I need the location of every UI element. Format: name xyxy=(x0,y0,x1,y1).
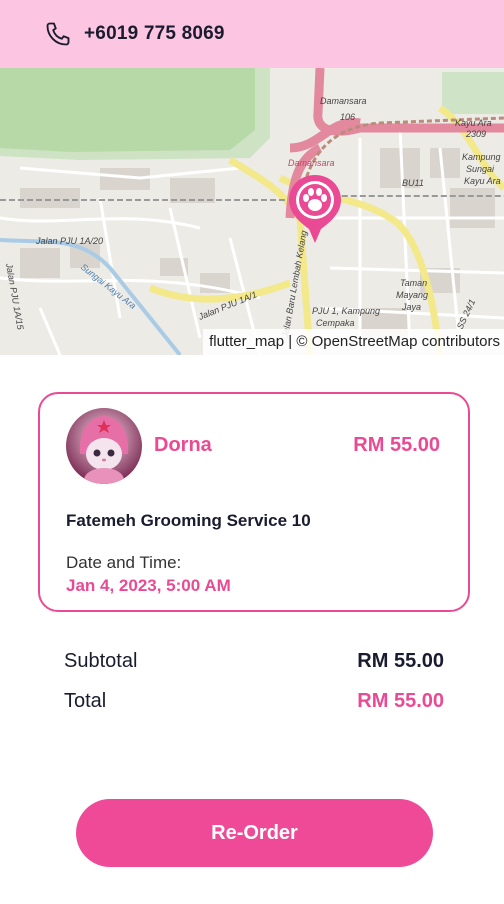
datetime-value: Jan 4, 2023, 5:00 AM xyxy=(66,576,231,595)
location-map[interactable]: Damansara 106 Kayu Ara 2309 Damansara BU… xyxy=(0,68,504,355)
map-label: Kayu Ara xyxy=(464,176,501,186)
map-label: Damansara xyxy=(288,158,335,168)
paw-icon[interactable] xyxy=(287,173,343,245)
order-card[interactable]: Dorna RM 55.00 Fatemeh Grooming Service … xyxy=(38,392,470,612)
total-value: RM 55.00 xyxy=(357,690,444,712)
datetime-label: Date and Time: xyxy=(66,553,182,572)
map-label: PJU 1, Kampung xyxy=(312,306,380,316)
phone-number[interactable]: +6019 775 8069 xyxy=(84,23,225,45)
map-label: Mayang xyxy=(396,290,428,300)
total-label: Total xyxy=(64,690,107,712)
map-label: Jaya xyxy=(401,302,421,312)
phone-icon[interactable] xyxy=(44,20,72,48)
service-name: Fatemeh Grooming Service 10 xyxy=(66,511,311,530)
order-price: RM 55.00 xyxy=(353,434,440,456)
map-label: Jalan PJU 1A/20 xyxy=(35,236,103,246)
map-label: 106 xyxy=(340,112,355,122)
total-row: Total RM 55.00 xyxy=(64,690,444,713)
map-attribution[interactable]: flutter_map | © OpenStreetMap contributo… xyxy=(203,329,504,355)
map-label: Damansara xyxy=(320,96,367,106)
map-label: Taman xyxy=(400,278,427,288)
map-label: Sungai xyxy=(466,164,495,174)
subtotal-row: Subtotal RM 55.00 xyxy=(64,650,444,673)
subtotal-value: RM 55.00 xyxy=(357,650,444,672)
map-label: Kayu Ara xyxy=(455,118,492,128)
avatar xyxy=(66,408,142,484)
pet-name: Dorna xyxy=(154,434,212,456)
map-label: Kampung xyxy=(462,152,501,162)
subtotal-label: Subtotal xyxy=(64,650,138,672)
map-label: Cempaka xyxy=(316,318,355,328)
map-label: 2309 xyxy=(465,129,486,139)
contact-header: +6019 775 8069 xyxy=(0,0,504,68)
map-tiles: Damansara 106 Kayu Ara 2309 Damansara BU… xyxy=(0,68,504,355)
reorder-button[interactable]: Re-Order xyxy=(76,799,433,867)
map-label: BU11 xyxy=(402,178,424,188)
